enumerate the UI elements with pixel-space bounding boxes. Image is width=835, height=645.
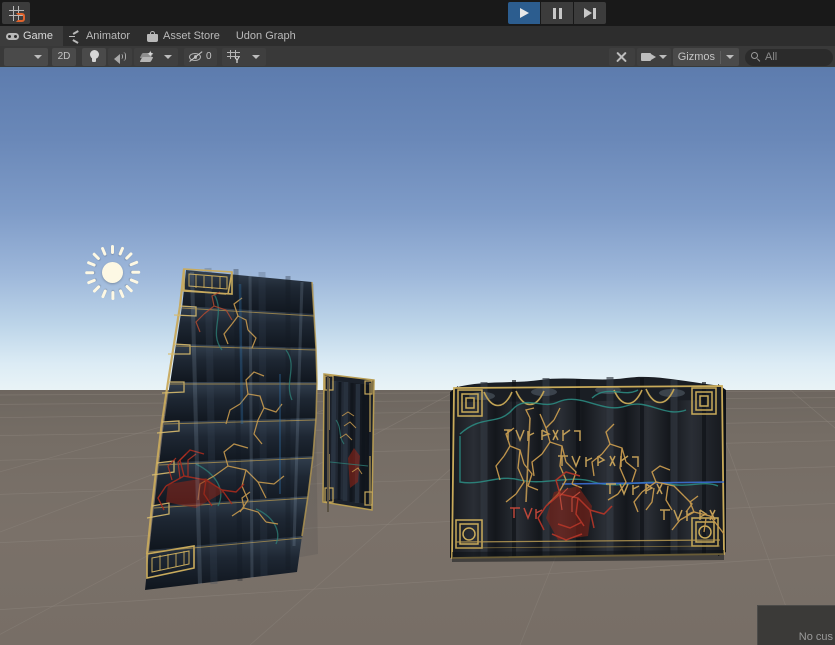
top-toolbar <box>0 0 835 26</box>
scene-camera-button[interactable] <box>636 48 671 66</box>
game-controller-icon <box>6 30 19 43</box>
tab-animator-label: Animator <box>85 30 130 42</box>
tab-udon-graph[interactable]: Udon Graph <box>230 26 306 46</box>
divider <box>720 50 721 64</box>
tools-wrench-icon <box>614 50 629 64</box>
shopping-bag-icon <box>146 30 159 43</box>
grid-axis-y-icon: Y <box>227 50 241 65</box>
gizmos-label: Gizmos <box>677 51 715 63</box>
narrow-banner-small[interactable] <box>320 370 380 518</box>
grid-dropdown-button[interactable] <box>245 47 266 66</box>
search-input[interactable]: All <box>765 51 777 63</box>
eye-off-icon <box>189 51 203 63</box>
chevron-down-icon <box>34 54 42 59</box>
flat-banner-wide[interactable] <box>442 314 734 564</box>
chevron-down-icon <box>164 54 172 59</box>
play-button[interactable] <box>508 2 540 24</box>
search-icon <box>751 52 761 62</box>
animator-branch-icon <box>68 29 82 43</box>
pause-button[interactable] <box>541 2 573 24</box>
gizmos-dropdown-button[interactable]: Gizmos <box>672 48 739 66</box>
tab-asset-store[interactable]: Asset Store <box>140 26 230 46</box>
scene-tools-button[interactable] <box>608 48 635 66</box>
lightbulb-icon <box>89 50 100 63</box>
fx-toggle-button[interactable]: ✦ <box>134 47 158 66</box>
light-gizmo-core <box>102 262 123 283</box>
speaker-icon <box>113 51 127 64</box>
fx-dropdown-button[interactable] <box>158 47 178 66</box>
play-icon <box>519 8 529 18</box>
grid-snap-icon[interactable] <box>2 2 30 24</box>
pause-icon <box>552 7 562 19</box>
toggle-2d-button[interactable]: 2D <box>52 47 76 66</box>
grid-visibility-button[interactable]: Y <box>221 47 246 66</box>
effects-layers-icon: ✦ <box>139 49 154 63</box>
toggle-2d-label: 2D <box>57 51 71 62</box>
lighting-toggle-button[interactable] <box>82 47 106 66</box>
step-icon <box>584 7 596 19</box>
transport-controls <box>508 2 606 24</box>
directional-light-gizmo[interactable] <box>84 244 141 301</box>
unity-editor-window: Game Animator Asset Store Udon Graph 2D <box>0 0 835 645</box>
chevron-down-icon <box>726 55 734 59</box>
tab-animator[interactable]: Animator <box>63 26 140 46</box>
chevron-down-icon <box>251 54 260 59</box>
gizmo-search-box[interactable]: All <box>745 48 833 66</box>
curved-banner-large[interactable] <box>136 254 336 590</box>
tab-udon-graph-label: Udon Graph <box>235 30 296 42</box>
no-camera-overlay: No cus <box>757 605 835 645</box>
chevron-down-icon <box>658 55 667 59</box>
no-camera-label: No cus <box>798 631 833 643</box>
tab-game-label: Game <box>23 30 53 42</box>
scene-viewport[interactable]: No cus <box>0 68 835 645</box>
tab-asset-store-label: Asset Store <box>163 30 220 42</box>
draw-mode-dropdown[interactable] <box>4 47 48 66</box>
hidden-objects-button[interactable]: 0 <box>184 47 217 66</box>
scene-camera-icon <box>640 52 656 62</box>
step-button[interactable] <box>574 2 606 24</box>
tab-game[interactable]: Game <box>0 26 63 46</box>
scene-toolbar-right-cluster: Gizmos All <box>608 48 835 66</box>
hidden-objects-count: 0 <box>206 51 212 62</box>
scene-view-toolbar: 2D ✦ 0 Y Gizmos All <box>0 46 835 68</box>
panel-tab-bar: Game Animator Asset Store Udon Graph <box>0 26 835 46</box>
audio-toggle-button[interactable] <box>108 47 132 66</box>
